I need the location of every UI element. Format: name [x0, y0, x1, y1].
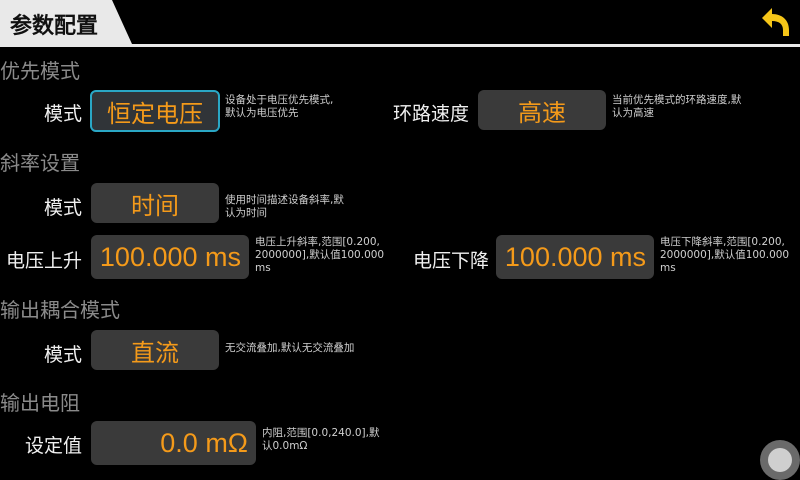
loop-speed-select[interactable]: 高速	[478, 90, 606, 130]
section-output-coupling: 输出耦合模式	[0, 298, 120, 322]
loop-speed-hint: 当前优先模式的环路速度,默认为高速	[612, 94, 742, 119]
voltage-rise-hint: 电压上升斜率,范围[0.200, 2000000],默认值100.000 ms	[255, 236, 385, 274]
voltage-fall-input[interactable]: 100.000 ms	[496, 235, 654, 279]
voltage-rise-input[interactable]: 100.000 ms	[91, 235, 249, 279]
back-arrow-icon[interactable]	[758, 6, 792, 38]
voltage-fall-hint: 电压下降斜率,范围[0.200, 2000000],默认值100.000 ms	[660, 236, 790, 274]
coupling-mode-hint: 无交流叠加,默认无交流叠加	[225, 342, 355, 354]
section-priority-mode: 优先模式	[0, 59, 80, 83]
priority-mode-label: 模式	[43, 103, 82, 125]
section-output-resistance: 输出电阻	[0, 391, 80, 415]
slope-mode-select[interactable]: 时间	[91, 183, 219, 223]
resistance-set-hint: 内阻,范围[0.0,240.0],默认0.0mΩ	[262, 427, 380, 452]
floating-menu-button[interactable]	[760, 440, 800, 480]
resistance-set-input[interactable]: 0.0 mΩ	[91, 421, 256, 465]
resistance-set-label: 设定值	[24, 435, 82, 457]
slope-mode-hint: 使用时间描述设备斜率,默认为时间	[225, 194, 344, 219]
voltage-rise-label: 电压上升	[5, 250, 82, 272]
voltage-fall-label: 电压下降	[412, 250, 489, 272]
title-underline	[0, 44, 800, 47]
loop-speed-label: 环路速度	[392, 103, 469, 125]
page-title: 参数配置	[10, 14, 99, 39]
slope-mode-label: 模式	[43, 197, 82, 219]
title-bar: 参数配置	[0, 0, 800, 47]
coupling-mode-select[interactable]: 直流	[91, 330, 219, 370]
coupling-mode-label: 模式	[43, 344, 82, 366]
priority-mode-hint: 设备处于电压优先模式,默认为电压优先	[225, 94, 334, 119]
section-slope-settings: 斜率设置	[0, 151, 80, 175]
priority-mode-select[interactable]: 恒定电压	[90, 90, 220, 132]
circle-icon	[768, 448, 792, 472]
